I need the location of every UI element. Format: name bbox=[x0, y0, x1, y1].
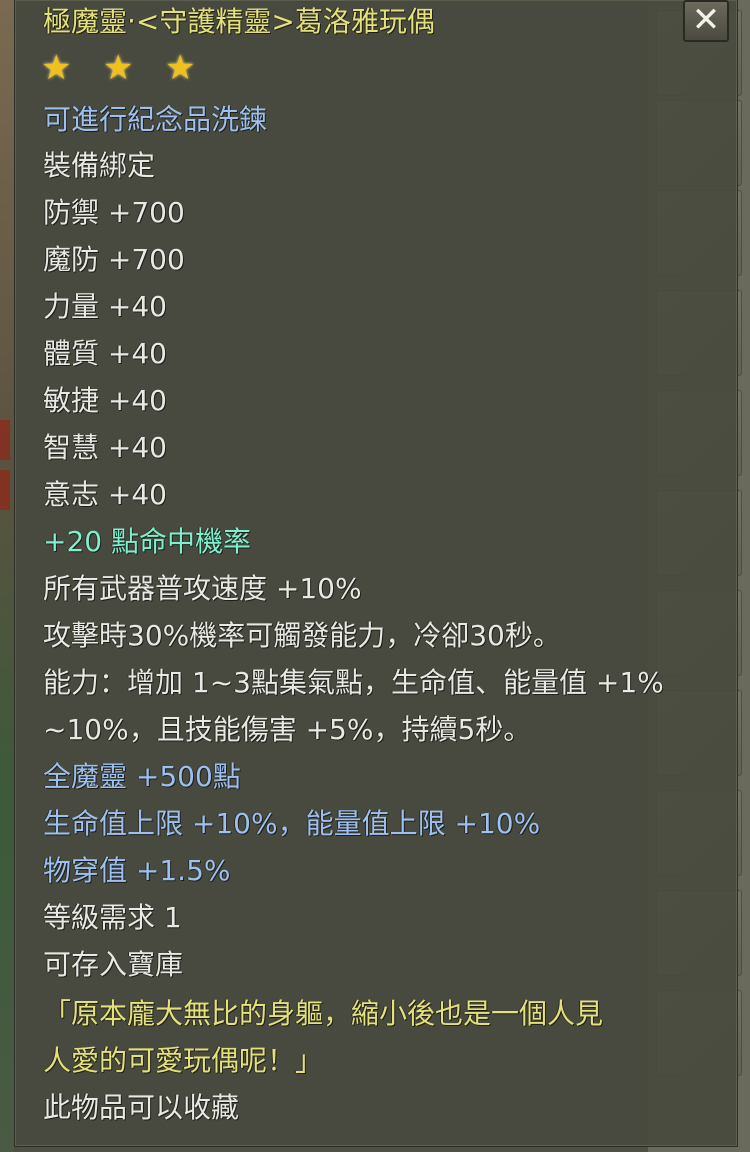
stat-strength: 力量 +40 bbox=[43, 290, 167, 323]
background-decoration bbox=[0, 420, 10, 460]
star-icon: ★ bbox=[103, 48, 134, 88]
item-tooltip: ✕ 極魔靈‧<守護精靈>葛洛雅玩偶 ★ ★ ★ 可進行紀念品洗鍊 裝備綁定 防禦… bbox=[14, 0, 738, 1147]
stat-defense: 防禦 +700 bbox=[43, 196, 185, 229]
collectible-note: 此物品可以收藏 bbox=[43, 1091, 240, 1124]
hp-mp-limit-bonus: 生命值上限 +10%，能量值上限 +10% bbox=[43, 807, 541, 840]
stat-will: 意志 +40 bbox=[43, 478, 167, 511]
ability-description-cont: ~10%，且技能傷害 +5%，持續5秒。 bbox=[43, 713, 532, 746]
bind-status: 裝備綁定 bbox=[43, 149, 156, 182]
penetration-bonus: 物穿值 +1.5% bbox=[43, 854, 231, 887]
star-icon: ★ bbox=[41, 48, 72, 88]
game-background-left-edge bbox=[0, 0, 14, 1152]
spirit-bonus: 全魔靈 +500點 bbox=[43, 760, 241, 793]
item-title: 極魔靈‧<守護精靈>葛洛雅玩偶 bbox=[43, 5, 435, 38]
ability-description: 能力：增加 1~3點集氣點，生命值、能量值 +1% bbox=[43, 666, 664, 699]
level-requirement: 等級需求 1 bbox=[43, 901, 182, 934]
star-icon: ★ bbox=[165, 48, 196, 88]
background-decoration bbox=[0, 470, 10, 510]
stat-agility: 敏捷 +40 bbox=[43, 384, 167, 417]
stat-constitution: 體質 +40 bbox=[43, 337, 167, 370]
vault-storable: 可存入寶庫 bbox=[43, 948, 184, 981]
close-button[interactable]: ✕ bbox=[683, 0, 729, 42]
flavor-text-cont: 人愛的可愛玩偶呢！」 bbox=[43, 1044, 324, 1077]
proc-description: 攻擊時30%機率可觸發能力，冷卻30秒。 bbox=[43, 619, 561, 652]
reforge-note: 可進行紀念品洗鍊 bbox=[43, 103, 268, 136]
bonus-attack-speed: 所有武器普攻速度 +10% bbox=[43, 572, 362, 605]
bonus-hit-rate: +20 點命中機率 bbox=[43, 525, 251, 558]
stat-wisdom: 智慧 +40 bbox=[43, 431, 167, 464]
stat-magic-defense: 魔防 +700 bbox=[43, 243, 185, 276]
flavor-text: 「原本龐大無比的身軀，縮小後也是一個人見 bbox=[43, 997, 604, 1030]
